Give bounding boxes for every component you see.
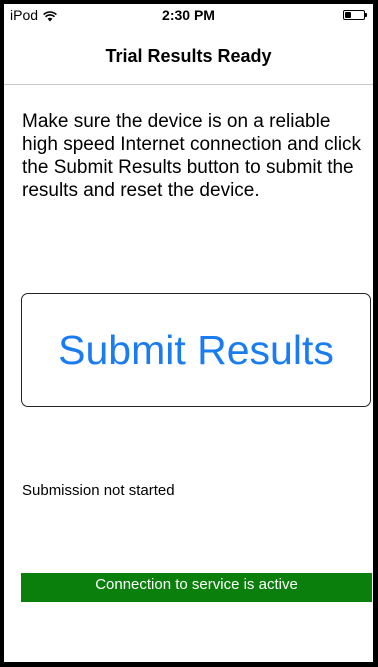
status-time: 2:30 PM bbox=[162, 7, 215, 23]
page-title: Trial Results Ready bbox=[105, 46, 272, 66]
battery-icon bbox=[343, 10, 367, 20]
instructions-text: Make sure the device is on a reliable hi… bbox=[22, 111, 362, 201]
submission-status: Submission not started bbox=[22, 482, 175, 499]
submit-results-button[interactable]: Submit Results bbox=[21, 293, 371, 407]
connection-status-banner: Connection to service is active bbox=[21, 573, 372, 602]
submit-results-label: Submit Results bbox=[58, 326, 334, 373]
status-bar: iPod 2:30 PM bbox=[4, 4, 373, 26]
app-screen: iPod 2:30 PM Trial Results Ready Make su… bbox=[4, 4, 373, 662]
navigation-bar: Trial Results Ready bbox=[4, 26, 373, 85]
